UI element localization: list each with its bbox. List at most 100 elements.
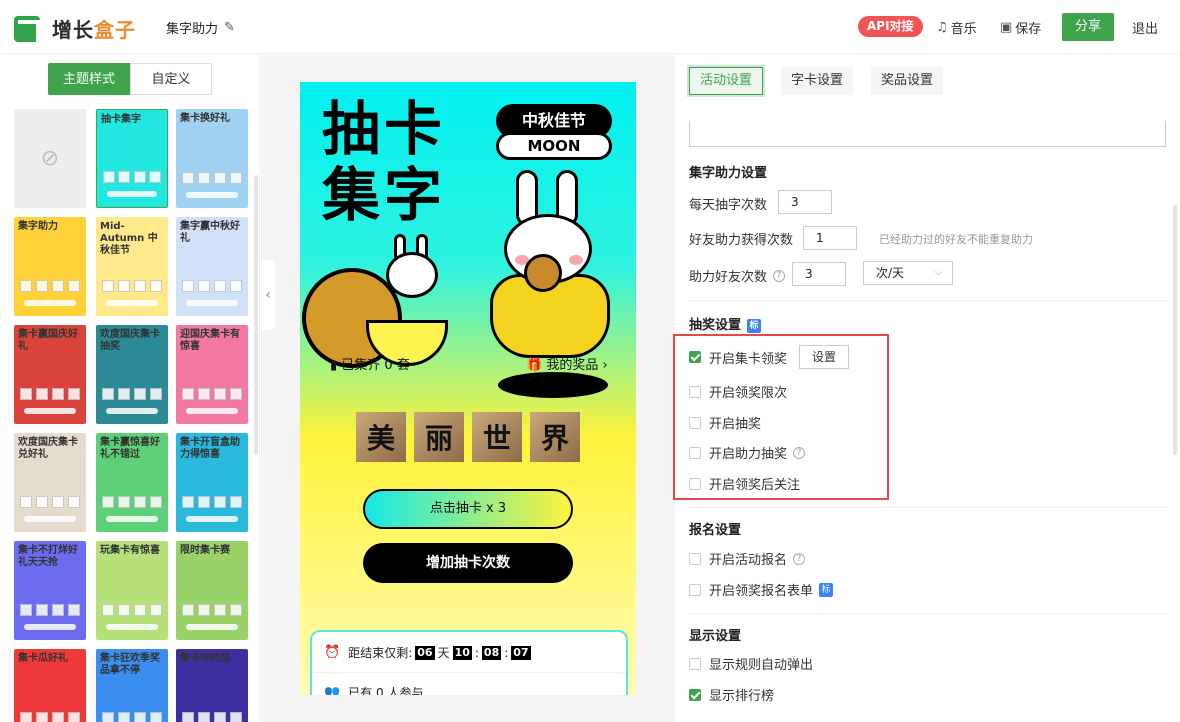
opt-reward-limit[interactable]: 开启领奖限次 <box>689 382 787 401</box>
help-question-icon[interactable]: ? <box>793 446 806 459</box>
friend-help-hint: 已经助力过的好友不能重复助力 <box>879 233 1033 246</box>
template-title: 集卡狂欢季奖品拿不停 <box>100 653 160 676</box>
tab-prize-settings[interactable]: 奖品设置 <box>871 67 944 95</box>
help-friends-unit-select[interactable]: 次/天 ⌵ <box>863 261 953 285</box>
template-thumbnail[interactable]: 欢度国庆集卡兑好礼 <box>14 433 86 532</box>
logo-text: 增长盒子 <box>52 18 136 42</box>
opt-leaderboard[interactable]: 显示排行榜 <box>689 685 774 704</box>
template-thumbnail[interactable]: Mid-Autumn 中秋佳节 <box>96 217 168 316</box>
char-cards: 美丽世界 <box>356 412 588 462</box>
template-thumbnail[interactable]: 玩集卡有惊喜 <box>96 541 168 640</box>
checkbox[interactable] <box>689 416 701 429</box>
checkbox[interactable] <box>689 583 701 596</box>
activity-info-card: ⏰ 距结束仅剩: 06 天 10 : 08 : 07 👥 已有 0 人参与 <box>310 630 628 695</box>
template-thumbnail[interactable]: 集字助力 <box>14 217 86 316</box>
template-thumbnail[interactable]: 集卡开盲盒助力得惊喜 <box>176 433 248 532</box>
opt-reward-form[interactable]: 开启领奖报名表单 标 <box>689 580 834 599</box>
exit-button[interactable]: 退出 <box>1132 18 1158 37</box>
collapse-panel-button[interactable]: ‹ <box>261 260 275 330</box>
tag-icon: 标 <box>747 318 762 333</box>
section-help-title: 集字助力设置 <box>689 166 768 181</box>
my-prize-link[interactable]: 🎁 我的奖品 › <box>526 354 608 373</box>
scrollbar[interactable] <box>254 175 258 455</box>
project-title[interactable]: 集字助力 ✎ <box>166 18 235 37</box>
settings-panel: 活动设置 字卡设置 奖品设置 集字助力设置 每天抽字次数 3 好友助力获得次数 … <box>673 55 1180 722</box>
participants-row: 👥 已有 0 人参与 <box>324 684 423 695</box>
collect-reward-settings-button[interactable]: 设置 <box>799 345 850 369</box>
template-thumbnail[interactable]: 集卡赢国庆好礼 <box>14 325 86 424</box>
checkbox[interactable] <box>689 477 701 490</box>
preview-title: 抽卡 集字 <box>322 95 447 229</box>
big-bunny-illustration <box>486 170 616 370</box>
checkbox[interactable] <box>689 385 701 398</box>
friend-help-label: 好友助力获得次数 <box>689 233 794 248</box>
char-card: 界 <box>530 412 580 462</box>
scrollbar[interactable] <box>1173 205 1177 455</box>
template-thumbnail[interactable]: 集字赢中秋好礼 <box>176 217 248 316</box>
users-icon: 👥 <box>324 685 341 695</box>
opt-activity-signup[interactable]: 开启活动报名 ? <box>689 549 806 568</box>
checkbox-checked[interactable] <box>689 351 701 363</box>
draw-card-button[interactable]: 点击抽卡 x 3 <box>363 489 573 529</box>
opt-follow-after[interactable]: 开启领奖后关注 <box>689 474 800 493</box>
template-title: 限时集卡赛 <box>180 545 230 556</box>
tab-theme-style[interactable]: 主题样式 <box>48 63 130 95</box>
shadow-illustration <box>498 372 608 398</box>
tag-icon: 标 <box>819 582 834 597</box>
logo[interactable]: 增长盒子 <box>14 14 136 43</box>
opt-lottery[interactable]: 开启抽奖 <box>689 413 761 432</box>
moon-badge: MOON <box>496 132 612 160</box>
help-friends-input[interactable]: 3 <box>792 262 846 286</box>
help-friends-label: 助力好友次数 ? <box>689 266 786 285</box>
daily-draws-label: 每天抽字次数 <box>689 198 768 213</box>
template-title: 集卡赢惊喜好礼不错过 <box>100 437 160 460</box>
template-title: 迎国庆集卡有惊喜 <box>180 329 240 352</box>
template-thumbnail[interactable]: 集卡冲刺战 <box>176 649 248 722</box>
template-thumbnail[interactable]: 集卡不打烊好礼天天抢 <box>14 541 86 640</box>
template-none[interactable]: ⊘ <box>14 109 86 208</box>
checkbox[interactable] <box>689 446 701 459</box>
char-card: 世 <box>472 412 522 462</box>
share-button[interactable]: 分享 <box>1062 13 1114 41</box>
logo-mark-icon <box>14 15 40 42</box>
template-thumbnail[interactable]: 欢度国庆集卡抽奖 <box>96 325 168 424</box>
char-card: 美 <box>356 412 406 462</box>
top-bar: 增长盒子 集字助力 ✎ API对接 ♫ 音乐 ▣ 保存 分享 退出 <box>0 0 1180 54</box>
api-integration-button[interactable]: API对接 <box>858 16 923 37</box>
template-title: 集卡赢国庆好礼 <box>18 329 78 352</box>
add-draws-button[interactable]: 增加抽卡次数 <box>363 543 573 583</box>
card-icon: ▮ <box>330 358 342 373</box>
template-thumbnail[interactable]: 抽卡集字 <box>96 109 168 208</box>
opt-help-lottery[interactable]: 开启助力抽奖 ? <box>689 443 806 462</box>
edit-icon[interactable]: ✎ <box>224 20 235 35</box>
tab-card-settings[interactable]: 字卡设置 <box>781 67 854 95</box>
daily-draws-input[interactable]: 3 <box>778 190 832 214</box>
checkbox-checked[interactable] <box>689 688 701 701</box>
tab-custom[interactable]: 自定义 <box>130 63 212 95</box>
template-title: 集卡瓜好礼 <box>18 653 68 664</box>
template-title: 欢度国庆集卡抽奖 <box>100 329 160 352</box>
help-question-icon[interactable]: ? <box>773 269 786 282</box>
template-thumbnail[interactable]: 迎国庆集卡有惊喜 <box>176 325 248 424</box>
small-bunny-illustration <box>382 234 442 312</box>
friend-help-input[interactable]: 1 <box>803 226 857 250</box>
template-thumbnail[interactable]: 集卡换好礼 <box>176 109 248 208</box>
music-note-icon: ♫ <box>936 20 948 35</box>
checkbox[interactable] <box>689 657 701 670</box>
checkbox[interactable] <box>689 552 701 565</box>
section-display-title: 显示设置 <box>689 629 742 644</box>
help-question-icon[interactable]: ? <box>793 552 806 565</box>
section-signup-title: 报名设置 <box>689 523 742 538</box>
template-thumbnail[interactable]: 集卡狂欢季奖品拿不停 <box>96 649 168 722</box>
opt-collect-reward[interactable]: 开启集卡领奖 设置 <box>689 345 850 369</box>
opt-rules-popup[interactable]: 显示规则自动弹出 <box>689 654 813 673</box>
music-button[interactable]: ♫ 音乐 <box>936 18 977 37</box>
description-textarea[interactable] <box>689 121 1166 147</box>
template-thumbnail[interactable]: 集卡赢惊喜好礼不错过 <box>96 433 168 532</box>
template-thumbnail[interactable]: 限时集卡赛 <box>176 541 248 640</box>
save-button[interactable]: ▣ 保存 <box>1000 18 1041 37</box>
template-panel: 主题样式 自定义 ⊘ 抽卡集字 集卡换好礼集字助力 Mid-Autumn 中秋佳节 集字… <box>0 55 260 722</box>
template-title: 集字助力 <box>18 221 58 232</box>
tab-activity-settings[interactable]: 活动设置 <box>689 67 764 95</box>
template-thumbnail[interactable]: 集卡瓜好礼 <box>14 649 86 722</box>
